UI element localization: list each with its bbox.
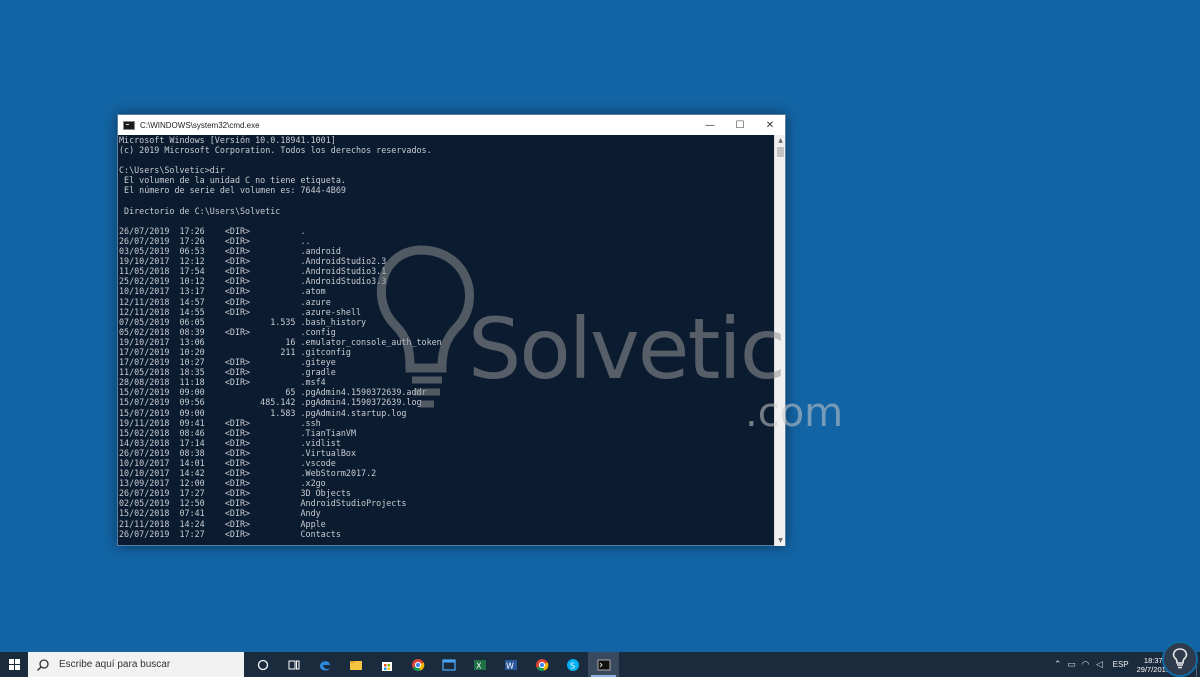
- chrome-button[interactable]: [402, 652, 433, 677]
- console-line: 15/07/2019 09:00 65 .pgAdmin4.1590372639…: [119, 387, 427, 398]
- title-bar[interactable]: C:\WINDOWS\system32\cmd.exe — ☐ ✕: [118, 115, 785, 135]
- console-line: 26/07/2019 17:27 <DIR> 3D Objects: [119, 488, 351, 499]
- action-center-network-icon[interactable]: ▭: [1065, 652, 1079, 677]
- excel-icon: X: [473, 659, 486, 670]
- console-line: Directorio de C:\Users\Solvetic: [119, 205, 281, 216]
- svg-text:X: X: [476, 661, 482, 670]
- file-explorer-button[interactable]: [340, 652, 371, 677]
- windows-logo-icon: [8, 659, 20, 670]
- word-button[interactable]: W: [495, 652, 526, 677]
- solvetic-badge: [1162, 641, 1198, 677]
- search-box[interactable]: Escribe aquí para buscar: [28, 652, 244, 677]
- store-button[interactable]: [371, 652, 402, 677]
- console-line: 13/09/2017 12:00 <DIR> .x2go: [119, 478, 326, 489]
- console-line: El número de serie del volumen es: 7644-…: [119, 185, 346, 196]
- minimize-button[interactable]: —: [695, 115, 725, 135]
- edge-icon: [319, 660, 330, 670]
- window-icon: [441, 658, 456, 671]
- store-icon: [381, 661, 392, 671]
- skype-button[interactable]: S: [557, 652, 588, 677]
- wifi-icon[interactable]: ◠: [1079, 652, 1093, 677]
- maximize-button[interactable]: ☐: [725, 115, 755, 135]
- console-line: 21/11/2018 14:24 <DIR> Apple: [119, 518, 326, 529]
- lightbulb-icon: [1172, 648, 1188, 669]
- console-line: (c) 2019 Microsoft Corporation. Todos lo…: [119, 145, 432, 156]
- console-line: 19/11/2018 09:41 <DIR> .ssh: [119, 417, 321, 428]
- console-line: C:\Users\Solvetic>dir: [119, 165, 225, 176]
- cortana-button[interactable]: [247, 652, 278, 677]
- task-view-icon: [288, 660, 299, 669]
- vertical-scrollbar[interactable]: ▲ ▼: [774, 135, 785, 546]
- console-line: 11/05/2018 17:54 <DIR> .AndroidStudio3.1: [119, 266, 387, 277]
- scroll-thumb[interactable]: [777, 147, 784, 157]
- cmd-taskbar-button[interactable]: [588, 652, 619, 677]
- console-line: 07/05/2019 06:05 1.535 .bash_history: [119, 316, 367, 327]
- language-indicator[interactable]: ESP: [1113, 660, 1129, 669]
- console-line: 26/07/2019 17:27 <DIR> Contacts: [119, 528, 341, 539]
- volume-icon[interactable]: ◁: [1093, 652, 1107, 677]
- console-line: 26/07/2019 08:38 <DIR> .VirtualBox: [119, 447, 356, 458]
- console-line: 28/08/2018 11:18 <DIR> .msf4: [119, 377, 326, 388]
- chrome-button-2[interactable]: [526, 652, 557, 677]
- edge-button[interactable]: [309, 652, 340, 677]
- search-placeholder: Escribe aquí para buscar: [59, 659, 171, 670]
- console-line: 17/07/2019 10:20 211 .gitconfig: [119, 346, 351, 357]
- svg-text:S: S: [570, 661, 575, 670]
- skype-icon: S: [566, 658, 579, 671]
- console-output[interactable]: Microsoft Windows [Versión 10.0.18941.10…: [118, 135, 775, 546]
- console-line: 10/10/2017 13:17 <DIR> .atom: [119, 286, 326, 297]
- console-line: 10/10/2017 14:42 <DIR> .WebStorm2017.2: [119, 468, 377, 479]
- task-view-button[interactable]: [278, 652, 309, 677]
- console-line: 14/03/2018 17:14 <DIR> .vidlist: [119, 437, 341, 448]
- console-line: 26/07/2019 17:26 <DIR> ..: [119, 235, 311, 246]
- console-line: 17/07/2019 10:27 <DIR> .giteye: [119, 357, 336, 368]
- cmd-icon: [597, 659, 610, 670]
- console-line: 03/05/2019 06:53 <DIR> .android: [119, 246, 341, 257]
- cmd-window[interactable]: C:\WINDOWS\system32\cmd.exe — ☐ ✕ Micros…: [117, 114, 786, 546]
- window-button[interactable]: [433, 652, 464, 677]
- console-line: 12/11/2018 14:57 <DIR> .azure: [119, 296, 331, 307]
- excel-button[interactable]: X: [464, 652, 495, 677]
- cmd-icon: [123, 120, 135, 130]
- console-line: 15/07/2019 09:56 485.142 .pgAdmin4.15903…: [119, 397, 422, 408]
- chevron-up-icon[interactable]: ⌃: [1051, 652, 1065, 677]
- console-line: 19/10/2017 13:06 16 .emulator_console_au…: [119, 336, 442, 347]
- cortana-icon: [257, 659, 268, 670]
- svg-text:W: W: [506, 661, 514, 670]
- console-line: 10/10/2017 14:01 <DIR> .vscode: [119, 458, 336, 468]
- chrome-icon: [535, 658, 548, 671]
- console-line: 11/05/2018 18:35 <DIR> .gradle: [119, 367, 336, 378]
- chrome-icon: [411, 658, 424, 671]
- taskbar: Escribe aquí para buscar X W S ⌃ ▭ ◠ ◁ E…: [0, 652, 1200, 677]
- console-line: 19/10/2017 12:12 <DIR> .AndroidStudio2.3: [119, 256, 387, 267]
- console-line: 26/07/2019 17:26 <DIR> .: [119, 225, 306, 236]
- console-line: 15/02/2018 08:46 <DIR> .TianTianVM: [119, 427, 356, 438]
- console-line: 25/02/2019 10:12 <DIR> .AndroidStudio3.3: [119, 276, 387, 287]
- console-line: Microsoft Windows [Versión 10.0.18941.10…: [119, 135, 336, 145]
- start-button[interactable]: [0, 652, 28, 677]
- console-line: El volumen de la unidad C no tiene etiqu…: [119, 175, 346, 186]
- console-line: 15/02/2018 07:41 <DIR> Andy: [119, 508, 321, 519]
- clock-time: 18:37: [1143, 655, 1163, 665]
- scroll-up-icon[interactable]: ▲: [775, 135, 786, 146]
- search-icon: [37, 658, 49, 671]
- console-line: 02/05/2019 12:50 <DIR> AndroidStudioProj…: [119, 498, 407, 509]
- file-explorer-icon: [349, 660, 362, 670]
- scroll-down-icon[interactable]: ▼: [775, 535, 786, 546]
- console-line: 15/07/2019 09:00 1.583 .pgAdmin4.startup…: [119, 407, 407, 418]
- console-line: 05/02/2018 08:39 <DIR> .config: [119, 326, 336, 337]
- console-line: 12/11/2018 14:55 <DIR> .azure-shell: [119, 306, 362, 317]
- window-title: C:\WINDOWS\system32\cmd.exe: [140, 120, 260, 130]
- word-icon: W: [504, 659, 517, 670]
- close-button[interactable]: ✕: [755, 115, 785, 135]
